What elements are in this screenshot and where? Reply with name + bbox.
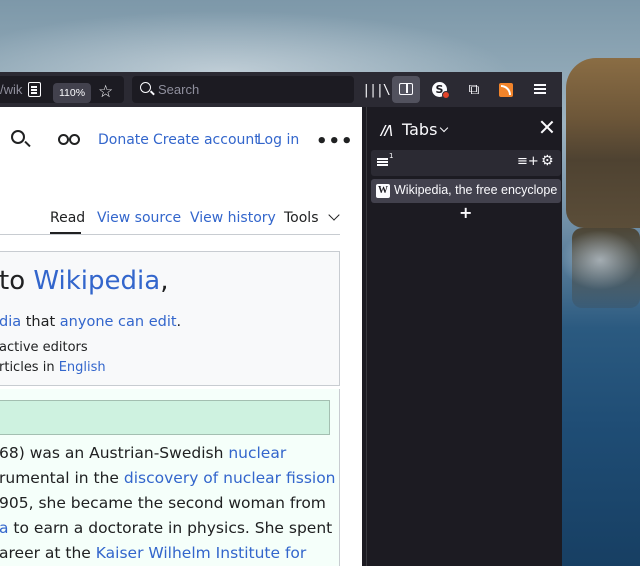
add-tab-list-icon[interactable]: ≡+ bbox=[517, 154, 539, 169]
articles-count-line: rticles in English bbox=[0, 360, 106, 375]
chevron-down-icon[interactable] bbox=[328, 209, 340, 221]
tabs-divider bbox=[0, 234, 340, 235]
wp-search-icon[interactable] bbox=[11, 130, 25, 144]
tab-tools[interactable]: Tools bbox=[284, 210, 319, 226]
featured-text-4: to earn a doctorate in physics. She spen… bbox=[8, 519, 333, 537]
sidebar-title[interactable]: Tabs bbox=[402, 120, 437, 139]
sidebar-toolbar: 1 ≡+ ⚙ bbox=[371, 150, 561, 176]
featured-line-3: 905, she became the second woman from bbox=[0, 494, 326, 512]
welcome-banner: to Wikipedia, dia that anyone can edit. … bbox=[0, 251, 340, 386]
hamburger-menu-icon[interactable] bbox=[526, 76, 554, 103]
tab-count-badge: 1 bbox=[389, 152, 394, 160]
more-options-icon[interactable]: ••• bbox=[316, 131, 354, 152]
create-account-link[interactable]: Create account bbox=[153, 132, 260, 148]
url-bar[interactable]: /wik 110% ☆ bbox=[0, 76, 124, 103]
close-sidebar-icon[interactable] bbox=[539, 119, 555, 135]
featured-line-1: 68) was an Austrian-Swedish nuclear bbox=[0, 444, 286, 462]
welcome-title-prefix: to bbox=[0, 266, 34, 296]
browser-toolbar: /wik 110% ☆ Search |||\ ⧉ bbox=[0, 72, 562, 107]
search-input[interactable]: Search bbox=[132, 76, 354, 103]
tab-list-icon[interactable] bbox=[377, 158, 388, 160]
library-icon[interactable]: |||\ bbox=[362, 76, 390, 103]
tabs-sidebar: //\ Tabs 1 ≡+ ⚙ W Wikipedia, the free en… bbox=[366, 107, 562, 566]
featured-article-header bbox=[0, 400, 330, 435]
tab-view-source[interactable]: View source bbox=[97, 210, 181, 226]
country-link[interactable]: a bbox=[0, 519, 9, 537]
featured-line-5: areer at the Kaiser Wilhelm Institute fo… bbox=[0, 544, 306, 562]
wikipedia-favicon: W bbox=[376, 184, 390, 198]
wp-reading-glasses-icon[interactable] bbox=[58, 134, 80, 145]
featured-line-4: a to earn a doctorate in physics. She sp… bbox=[0, 519, 332, 537]
web-content: Donate Create account Log in ••• Read Vi… bbox=[0, 107, 362, 566]
encyclopedia-link[interactable]: dia bbox=[0, 314, 21, 330]
gear-icon[interactable]: ⚙ bbox=[541, 153, 554, 169]
wikipedia-link[interactable]: Wikipedia bbox=[33, 266, 160, 296]
log-in-link[interactable]: Log in bbox=[257, 132, 299, 148]
tab-read[interactable]: Read bbox=[50, 210, 85, 226]
donate-link[interactable]: Donate bbox=[98, 132, 149, 148]
tagline-end: . bbox=[176, 314, 182, 330]
english-link[interactable]: English bbox=[59, 360, 106, 375]
featured-text-5: areer at the bbox=[0, 544, 96, 562]
extension-s-icon[interactable] bbox=[426, 76, 454, 103]
tagline-text: that bbox=[21, 314, 60, 330]
welcome-title-suffix: , bbox=[160, 266, 169, 296]
articles-text: rticles in bbox=[0, 360, 59, 375]
sidebar-tab-item[interactable]: W Wikipedia, the free encyclope bbox=[371, 179, 561, 203]
sidebar-tab-title: Wikipedia, the free encyclope bbox=[394, 183, 558, 197]
tab-view-history[interactable]: View history bbox=[190, 210, 276, 226]
sidebar-title-chevron-icon[interactable] bbox=[439, 123, 449, 133]
url-text[interactable]: /wik bbox=[0, 82, 22, 97]
search-placeholder: Search bbox=[158, 82, 200, 97]
bookmark-star-icon[interactable]: ☆ bbox=[98, 82, 113, 102]
wallpaper-clouds bbox=[0, 0, 560, 72]
featured-text-2: rumental in the bbox=[0, 469, 124, 487]
active-editors-text: active editors bbox=[0, 340, 88, 355]
nuclear-fission-link[interactable]: discovery of nuclear fission bbox=[124, 469, 336, 487]
new-tab-plus-icon[interactable]: + bbox=[459, 203, 472, 222]
search-icon bbox=[140, 82, 151, 93]
reader-view-icon[interactable] bbox=[28, 82, 41, 97]
sidebar-toggle-icon[interactable] bbox=[392, 76, 420, 103]
anyone-can-edit-link[interactable]: anyone can edit bbox=[60, 314, 177, 330]
sidebar-tabs-icon: //\ bbox=[381, 124, 393, 139]
nuclear-link[interactable]: nuclear bbox=[228, 444, 286, 462]
wallpaper-water-reflection bbox=[560, 230, 640, 290]
wallpaper-rock bbox=[566, 58, 640, 228]
zoom-level-badge[interactable]: 110% bbox=[53, 83, 91, 103]
featured-text-1: 68) was an Austrian-Swedish bbox=[0, 444, 229, 462]
welcome-tagline: dia that anyone can edit. bbox=[0, 314, 181, 330]
welcome-title: to Wikipedia, bbox=[0, 266, 168, 296]
extensions-puzzle-icon[interactable]: ⧉ bbox=[460, 76, 488, 103]
browser-window: /wik 110% ☆ Search |||\ ⧉ Donate Create … bbox=[0, 72, 562, 566]
rss-feed-icon[interactable] bbox=[492, 76, 520, 103]
featured-line-2: rumental in the discovery of nuclear fis… bbox=[0, 469, 336, 487]
kaiser-wilhelm-link[interactable]: Kaiser Wilhelm Institute for bbox=[96, 544, 307, 562]
